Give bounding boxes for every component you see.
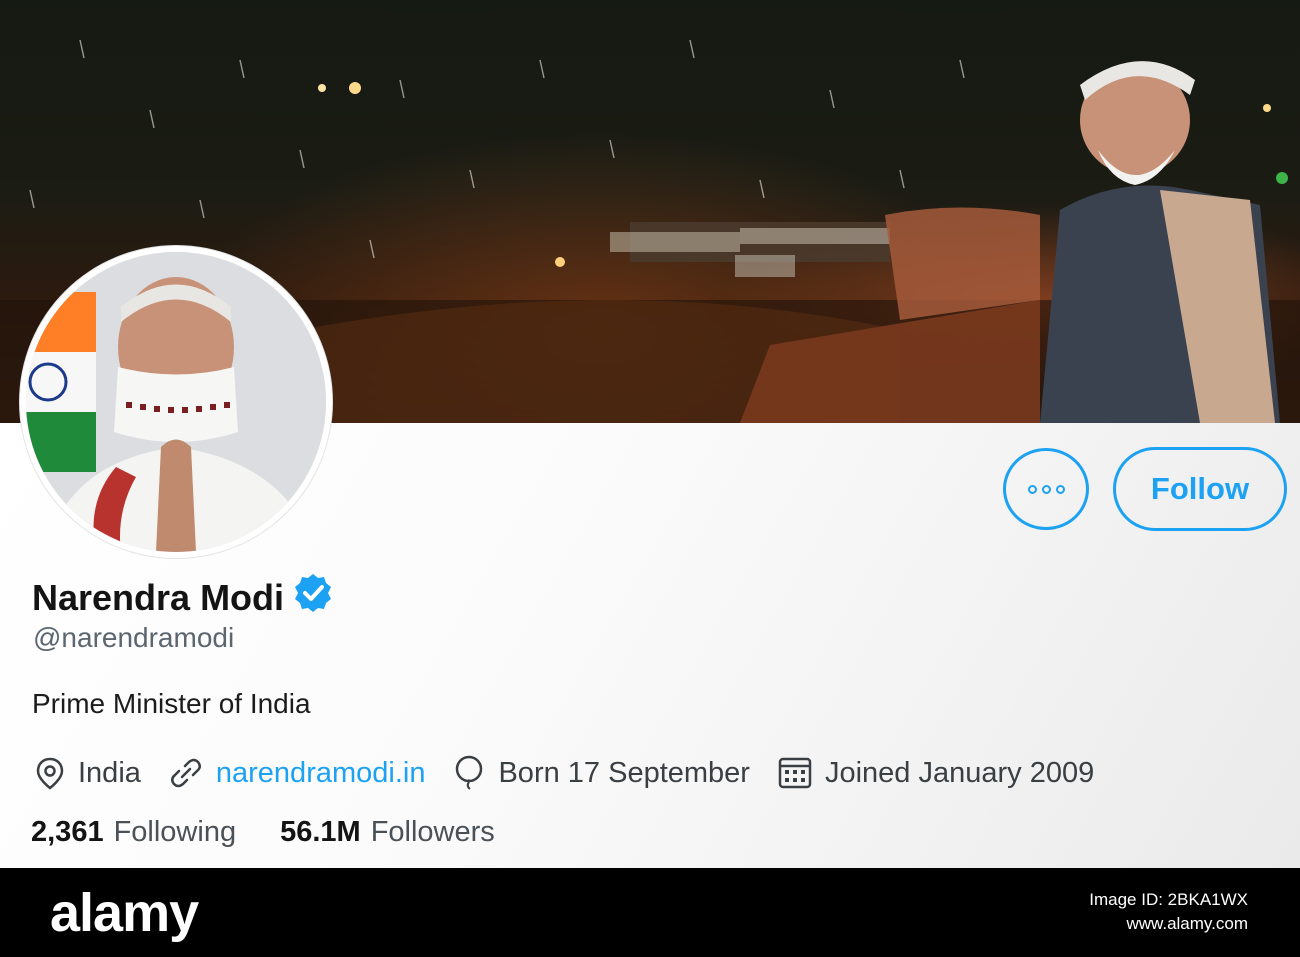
more-horizontal-icon <box>1055 484 1065 494</box>
more-horizontal-icon <box>1027 484 1037 494</box>
watermark-site: www.alamy.com <box>1126 914 1248 933</box>
website-link[interactable]: narendramodi.in <box>216 757 426 790</box>
profile-website[interactable]: narendramodi.in <box>168 756 426 790</box>
location-pin-icon <box>36 757 64 790</box>
more-options-button[interactable] <box>1003 448 1089 530</box>
avatar-photo <box>26 252 326 552</box>
followers-count: 56.1M <box>280 816 361 848</box>
follow-button[interactable]: Follow <box>1113 447 1287 531</box>
following-count: 2,361 <box>31 816 104 848</box>
profile-stats: 2,361 Following 56.1M Followers <box>31 816 539 849</box>
watermark-info: Image ID: 2BKA1WX www.alamy.com <box>1089 888 1248 936</box>
following-label: Following <box>113 816 237 848</box>
watermark-logo: alamy <box>50 883 199 943</box>
calendar-icon <box>778 757 812 789</box>
profile-bio: Prime Minister of India <box>32 688 311 719</box>
display-name: Narendra Modi <box>32 576 285 618</box>
location-text: India <box>78 756 141 789</box>
watermark-footer: alamy Image ID: 2BKA1WX www.alamy.com <box>0 868 1300 957</box>
profile-meta-row: India narendramodi.in Born 17 September … <box>34 753 1121 793</box>
balloon-icon <box>456 755 483 790</box>
following-stat[interactable]: 2,361 Following <box>31 816 236 849</box>
followers-stat[interactable]: 56.1M Followers <box>280 816 495 849</box>
profile-joined: Joined January 2009 <box>777 756 1094 790</box>
profile-location: India <box>34 756 141 790</box>
profile-handle: @narendramodi <box>33 622 235 653</box>
joined-text: Joined January 2009 <box>824 756 1095 789</box>
more-horizontal-icon <box>1041 484 1051 494</box>
link-icon <box>170 758 201 788</box>
birthday-text: Born 17 September <box>498 756 750 789</box>
avatar[interactable] <box>20 246 332 558</box>
followers-label: Followers <box>370 816 495 848</box>
verified-badge-icon <box>292 572 334 623</box>
profile-birthday: Born 17 September <box>452 755 750 791</box>
profile-name-row: Narendra Modi <box>32 572 334 623</box>
watermark-image-id: Image ID: 2BKA1WX <box>1089 890 1248 909</box>
